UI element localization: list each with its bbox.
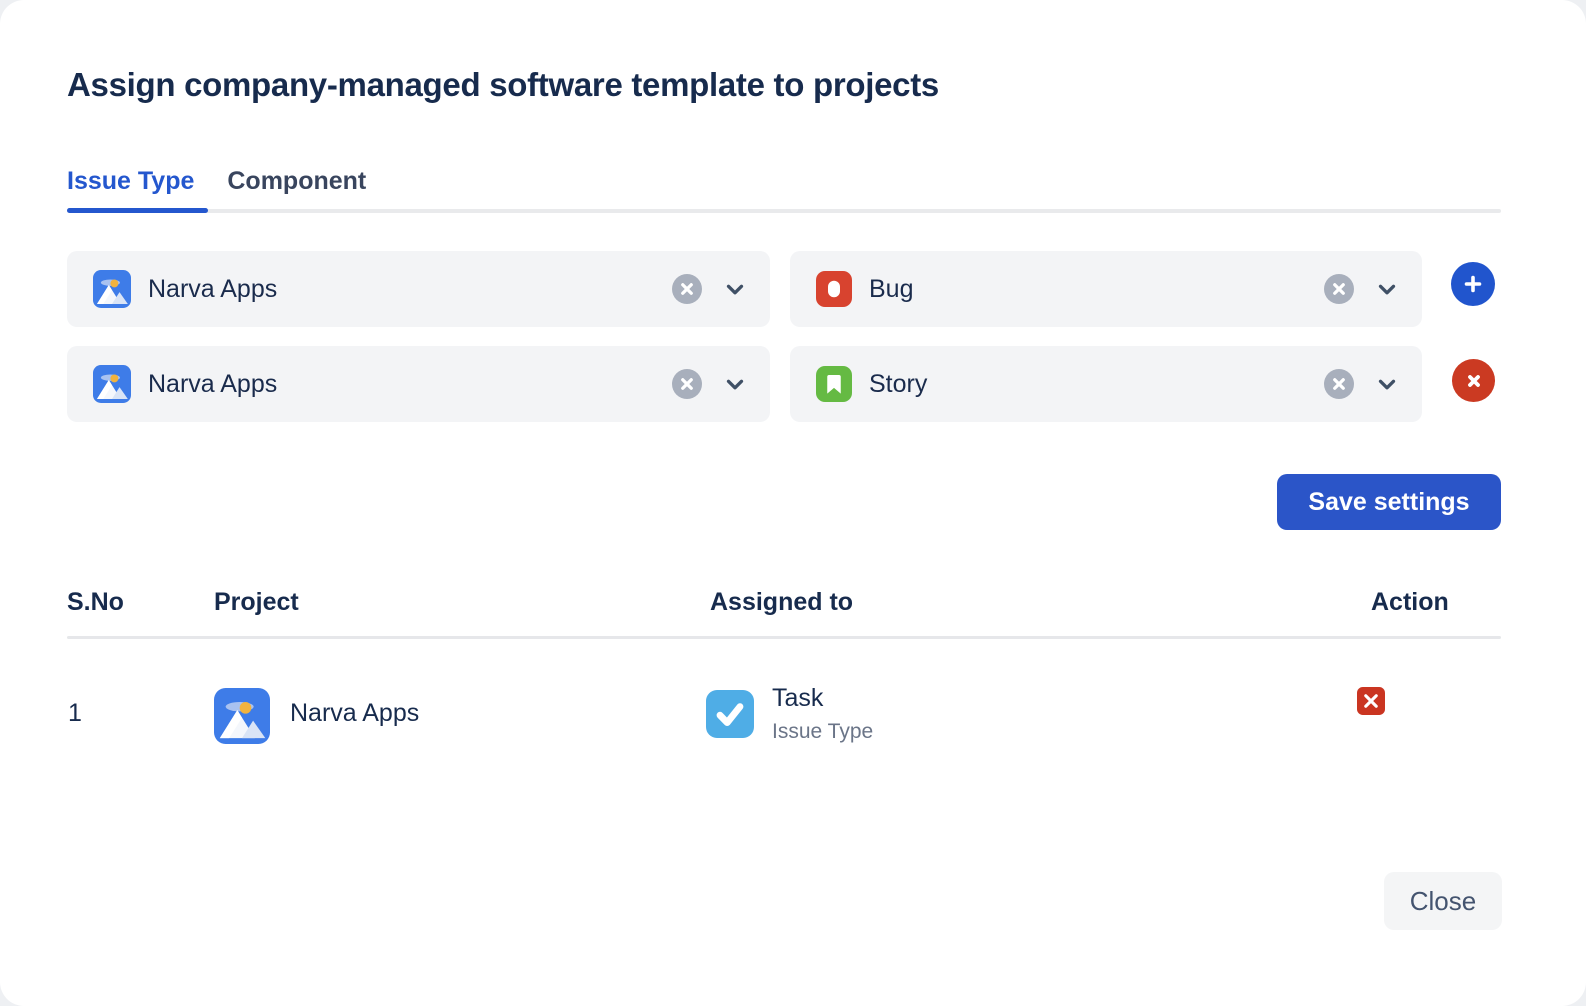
project-avatar-icon	[93, 270, 131, 308]
project-select-row1[interactable]: Narva Apps	[67, 251, 770, 327]
column-header-action: Action	[1371, 588, 1449, 617]
column-header-project: Project	[214, 588, 299, 617]
clear-icon[interactable]	[1324, 369, 1354, 399]
tab-issue-type[interactable]: Issue Type	[67, 167, 194, 196]
issue-type-select-value: Story	[869, 370, 927, 399]
project-select-row2[interactable]: Narva Apps	[67, 346, 770, 422]
close-button[interactable]: Close	[1384, 872, 1502, 930]
tab-active-indicator	[67, 208, 208, 213]
project-avatar-icon	[93, 365, 131, 403]
chevron-down-icon[interactable]	[1374, 371, 1400, 397]
page-title: Assign company-managed software template…	[67, 66, 939, 104]
remove-row-button[interactable]	[1452, 359, 1495, 402]
plus-icon	[1461, 272, 1485, 296]
tab-track	[67, 209, 1501, 213]
table-header-divider	[67, 636, 1501, 639]
tab-bar: Issue Type Component	[67, 167, 366, 196]
issue-type-select-row2[interactable]: Story	[790, 346, 1422, 422]
row-assigned-name: Task	[772, 684, 823, 713]
column-header-assigned-to: Assigned to	[710, 588, 853, 617]
tab-component[interactable]: Component	[227, 167, 366, 196]
add-row-button[interactable]	[1451, 262, 1495, 306]
assign-template-dialog: Assign company-managed software template…	[0, 0, 1586, 1006]
issue-type-select-value: Bug	[869, 275, 913, 304]
row-assigned-kind: Issue Type	[772, 720, 873, 744]
clear-icon[interactable]	[672, 274, 702, 304]
project-select-value: Narva Apps	[148, 275, 277, 304]
chevron-down-icon[interactable]	[722, 371, 748, 397]
clear-icon[interactable]	[672, 369, 702, 399]
bug-icon	[816, 271, 852, 307]
task-icon	[706, 690, 754, 738]
delete-assignment-button[interactable]	[1357, 687, 1385, 715]
clear-icon[interactable]	[1324, 274, 1354, 304]
issue-type-select-row1[interactable]: Bug	[790, 251, 1422, 327]
chevron-down-icon[interactable]	[1374, 276, 1400, 302]
row-project-name: Narva Apps	[290, 699, 419, 728]
x-icon	[1462, 369, 1486, 393]
delete-x-icon	[1357, 687, 1385, 715]
column-header-sno: S.No	[67, 588, 124, 617]
save-settings-button[interactable]: Save settings	[1277, 474, 1501, 530]
story-icon	[816, 366, 852, 402]
project-select-value: Narva Apps	[148, 370, 277, 399]
row-serial-number: 1	[68, 699, 82, 728]
project-avatar-icon	[214, 688, 270, 744]
chevron-down-icon[interactable]	[722, 276, 748, 302]
